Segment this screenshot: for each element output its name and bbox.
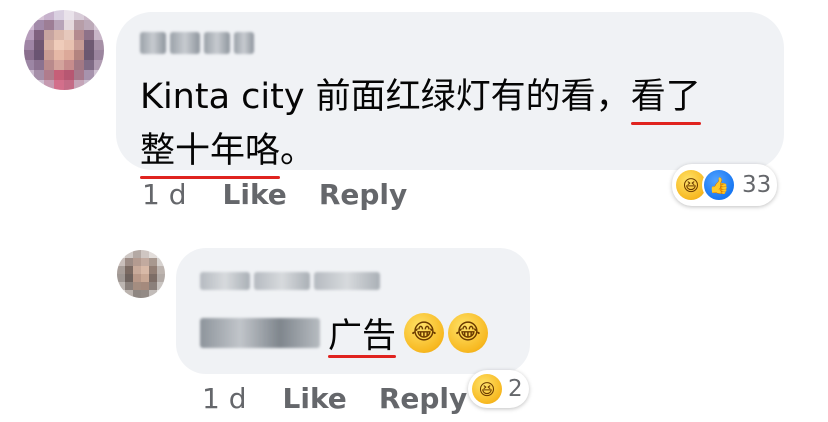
underlined-phrase: 看了 xyxy=(630,70,701,125)
comment-text-end: 。 xyxy=(280,131,316,171)
reply-text-line: 广告 😂 😂 xyxy=(200,308,488,358)
author-name-blurred[interactable] xyxy=(200,272,380,290)
comment-text: Kinta city 前面红绿灯有的看，看了整十年咯。 xyxy=(140,70,770,179)
reply-actions: 1 d Like Reply xyxy=(202,382,499,415)
avatar[interactable] xyxy=(24,10,104,90)
blurred-text xyxy=(200,317,320,348)
reply-button[interactable]: Reply xyxy=(319,178,407,211)
like-button[interactable]: Like xyxy=(283,382,347,415)
haha-emoji-icon: 😂 xyxy=(404,312,444,353)
comment-timestamp[interactable]: 1 d xyxy=(142,178,187,211)
author-name-blurred[interactable] xyxy=(140,32,254,54)
comment-timestamp[interactable]: 1 d xyxy=(202,382,247,415)
haha-emoji-icon: 😂 xyxy=(448,312,488,353)
underlined-phrase: 整十年咯 xyxy=(140,124,281,179)
reply-button[interactable]: Reply xyxy=(379,382,467,415)
comment-text-part: Kinta city 前面红绿灯有的看， xyxy=(140,77,631,117)
underlined-phrase: 广告 xyxy=(328,308,396,358)
comment-actions: 1 d Like Reply xyxy=(142,178,439,211)
reactions-summary[interactable]: 😆 👍 33 xyxy=(672,164,778,206)
reaction-count: 33 xyxy=(742,172,772,198)
like-button[interactable]: Like xyxy=(223,178,287,211)
like-reaction-icon: 👍 xyxy=(702,168,736,202)
avatar[interactable] xyxy=(117,250,165,298)
reaction-count: 2 xyxy=(508,376,523,402)
